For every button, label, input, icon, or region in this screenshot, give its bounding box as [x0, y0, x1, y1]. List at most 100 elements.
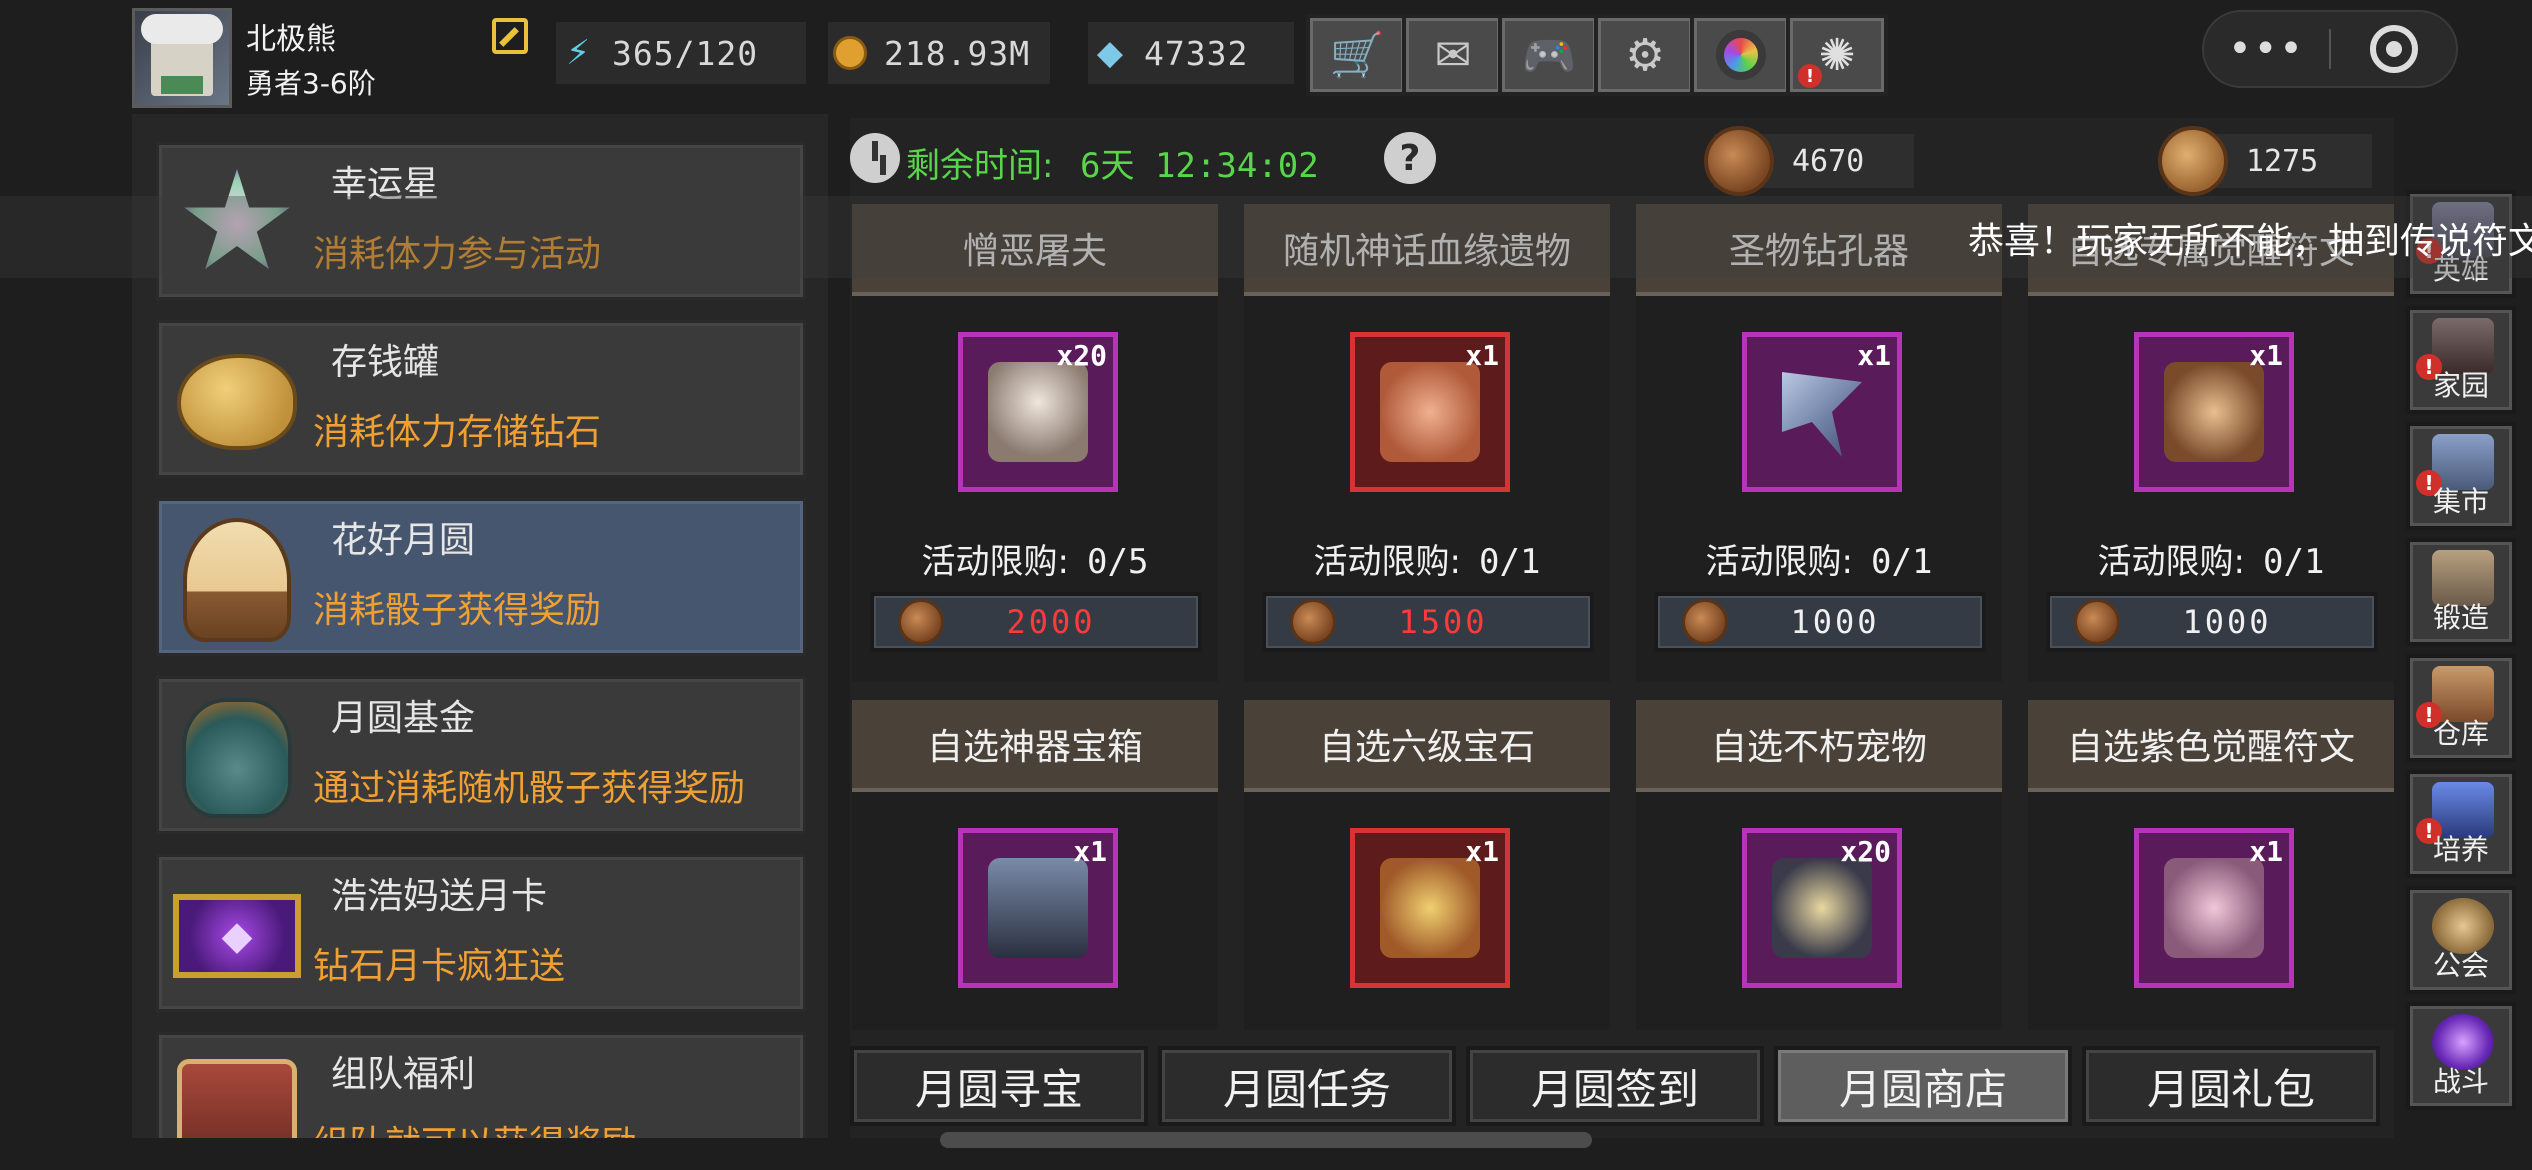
mooncake-count-a: 4670 [1792, 143, 1865, 179]
coin-counter[interactable]: 218.93M [828, 22, 1050, 84]
menu-item-team-bonus[interactable]: 组队福利 组队就可以获得奖励 [156, 1032, 806, 1138]
buy-button[interactable]: 1000 [1654, 592, 1986, 652]
camera-aperture-icon [1716, 30, 1766, 80]
mooncake-counter-a: 4670 [1704, 126, 1914, 196]
nav-guild[interactable]: 公会 [2406, 886, 2516, 994]
nav-label: 培养 [2432, 833, 2489, 866]
item-quantity: x1 [1465, 835, 1499, 868]
item-frame: x20 [1742, 828, 1902, 988]
nav-home[interactable]: ! 家园 [2406, 306, 2516, 414]
gem-chest-icon [1380, 858, 1480, 958]
mooncake-icon [1704, 126, 1774, 196]
butcher-icon [988, 362, 1088, 462]
tab-moon-treasure[interactable]: 月圆寻宝 [850, 1046, 1148, 1126]
mooncake-count-b: 1275 [2246, 143, 2319, 179]
gear-icon: ⚙ [1625, 29, 1665, 81]
item-frame: x1 [2134, 828, 2294, 988]
nav-label: 锻造 [2432, 601, 2489, 634]
monthly-card-icon: ◆ [167, 867, 307, 1005]
alert-badge: ! [1798, 64, 1822, 88]
item-quantity: x20 [1840, 835, 1891, 868]
nav-label: 战斗 [2432, 1065, 2489, 1098]
nav-label: 公会 [2432, 949, 2489, 982]
purchase-limit: 活动限购: 0/1 [1244, 534, 1610, 583]
coin-value: 218.93M [884, 33, 1031, 73]
shop-item-card[interactable]: 自选紫色觉醒符文 x1 [2028, 700, 2394, 1030]
piggy-bank-icon [167, 333, 307, 471]
menu-item-title: 花好月圆 [331, 520, 476, 561]
item-frame: x1 [1742, 332, 1902, 492]
tab-moon-gift[interactable]: 月圆礼包 [2082, 1046, 2380, 1126]
lightning-icon: ⚡ [566, 33, 590, 73]
purchase-limit: 活动限购: 0/1 [2028, 534, 2394, 583]
item-frame: x1 [1350, 332, 1510, 492]
menu-item-title: 组队福利 [331, 1054, 476, 1095]
settings-button[interactable]: ⚙ [1594, 14, 1696, 96]
mooncake-icon [898, 599, 944, 645]
nav-battle[interactable]: 战斗 [2406, 1002, 2516, 1110]
player-avatar[interactable] [132, 8, 232, 108]
nav-label: 家园 [2432, 369, 2489, 402]
shop-item-card[interactable]: 自选不朽宠物 x20 [1636, 700, 2002, 1030]
more-button[interactable]: ••• [2204, 26, 2329, 72]
shop-item-card[interactable]: 自选神器宝箱 x1 [852, 700, 1218, 1030]
treasure-chest-icon [167, 1045, 307, 1138]
diamond-counter[interactable]: ◆ 47332 [1088, 22, 1294, 84]
energy-counter[interactable]: ⚡ 365/120 [556, 22, 806, 84]
aperture-button[interactable] [1690, 14, 1792, 96]
nav-market[interactable]: ! 集市 [2406, 422, 2516, 530]
announcement-text: 恭喜！玩家无所不能，抽到传说符文 [1968, 221, 2532, 262]
close-button[interactable] [2331, 25, 2456, 73]
item-quantity: x1 [2249, 835, 2283, 868]
item-title: 自选紫色觉醒符文 [2028, 700, 2394, 792]
timer-label: 剩余时间: [906, 146, 1054, 186]
tab-moon-shop[interactable]: 月圆商店 [1774, 1046, 2072, 1126]
shop-item-card[interactable]: 自选六级宝石 x1 [1244, 700, 1610, 1030]
fireworks-button[interactable]: ✺ ! [1786, 14, 1888, 96]
menu-item-desc: 钻石月卡疯狂送 [313, 946, 566, 987]
buy-button[interactable]: 1500 [1262, 592, 1594, 652]
limit-label: 活动限购: [1705, 542, 1854, 582]
nav-warehouse[interactable]: ! 仓库 [2406, 654, 2516, 762]
purchase-limit: 活动限购: 0/5 [852, 534, 1218, 583]
item-title: 自选不朽宠物 [1636, 700, 2002, 792]
menu-item-full-moon[interactable]: 花好月圆 消耗骰子获得奖励 [156, 498, 806, 656]
item-quantity: x1 [1073, 835, 1107, 868]
mooncake-icon [1290, 599, 1336, 645]
drill-icon [1782, 372, 1862, 457]
artifact-chest-icon [988, 858, 1088, 958]
coin-icon [828, 31, 872, 75]
mooncake-counter-b: 1275 [2158, 126, 2372, 196]
menu-item-title: 存钱罐 [331, 342, 440, 383]
mail-button[interactable]: ✉ [1402, 14, 1504, 96]
nav-cultivate[interactable]: ! 培养 [2406, 770, 2516, 878]
menu-item-monthly-card[interactable]: ◆ 浩浩妈送月卡 钻石月卡疯狂送 [156, 854, 806, 1012]
menu-item-piggy-bank[interactable]: 存钱罐 消耗体力存储钻石 [156, 320, 806, 478]
edit-icon[interactable] [492, 18, 528, 54]
diamond-icon: ◆ [1096, 33, 1124, 73]
nav-forge[interactable]: 锻造 [2406, 538, 2516, 646]
item-quantity: x20 [1056, 339, 1107, 372]
menu-item-moon-fund[interactable]: 月圆基金 通过消耗随机骰子获得奖励 [156, 676, 806, 834]
fireworks-icon: ✺ [1818, 29, 1856, 81]
top-bar: 北极熊 勇者3-6阶 ⚡ 365/120 218.93M ◆ 47332 🛒 ✉… [0, 0, 2532, 110]
limit-count: 0/5 [1087, 542, 1149, 582]
item-frame: x1 [1350, 828, 1510, 988]
tab-moon-tasks[interactable]: 月圆任务 [1158, 1046, 1456, 1126]
item-quantity: x1 [1857, 339, 1891, 372]
buy-button[interactable]: 2000 [870, 592, 1202, 652]
event-tab-bar: 月圆寻宝 月圆任务 月圆签到 月圆商店 月圆礼包 [850, 1046, 2394, 1126]
gamepad-button[interactable]: 🎮 [1498, 14, 1600, 96]
shop-cart-button[interactable]: 🛒 [1306, 14, 1408, 96]
help-icon[interactable]: ? [1384, 132, 1436, 184]
player-name: 北极熊 [246, 22, 336, 57]
limit-count: 0/1 [1479, 542, 1541, 582]
relic-icon [1380, 362, 1480, 462]
menu-item-title: 浩浩妈送月卡 [331, 876, 548, 917]
tab-moon-checkin[interactable]: 月圆签到 [1466, 1046, 1764, 1126]
buy-button[interactable]: 1000 [2046, 592, 2378, 652]
limit-count: 0/1 [1871, 542, 1933, 582]
horizontal-scrollbar[interactable] [940, 1132, 1592, 1148]
item-price: 2000 [1006, 603, 1096, 641]
menu-item-desc: 组队就可以获得奖励 [313, 1115, 637, 1138]
